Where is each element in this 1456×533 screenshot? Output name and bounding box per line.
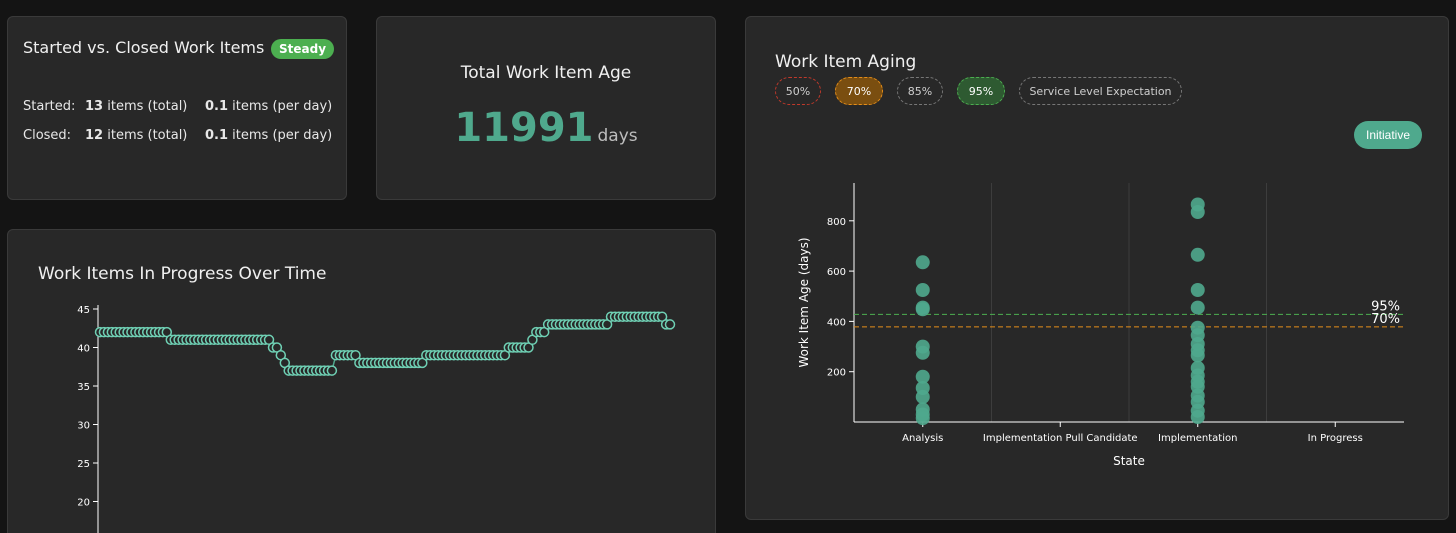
aging-y-tick-label: 600 (827, 267, 846, 278)
aging-data-point (1190, 247, 1205, 262)
wip-y-tick-label: 20 (77, 498, 90, 509)
total-age-value-row: 11991 days (377, 105, 715, 151)
wip-y-tick-label: 25 (77, 459, 90, 470)
closed-per-day: 0.1 (205, 128, 229, 143)
started-closed-card: Started vs. Closed Work Items Steady Sta… (7, 16, 347, 200)
aging-data-point (1190, 410, 1205, 424)
started-closed-title: Started vs. Closed Work Items (23, 38, 265, 57)
total-age-card: Total Work Item Age 11991 days (376, 16, 716, 200)
total-age-title: Total Work Item Age (460, 63, 632, 83)
total-age-value: 11991 (454, 105, 594, 151)
aging-data-point (1190, 348, 1205, 363)
aging-y-tick-label: 400 (827, 317, 846, 328)
wip-data-point (326, 365, 338, 376)
wip-y-tick-label: 35 (77, 382, 90, 393)
aging-data-point (1190, 205, 1205, 219)
aging-data-point (915, 411, 930, 426)
started-label: Started: (23, 99, 76, 114)
started-total-count: 13 (85, 99, 104, 114)
aging-y-tick-label: 200 (827, 368, 846, 379)
aging-data-point (915, 389, 930, 404)
aging-x-tick-label: Analysis (902, 433, 943, 444)
wip-y-tick-label: 40 (77, 344, 90, 355)
aging-chart: 200 400 600 800 Analysis Implementation Pull … (797, 183, 1404, 468)
closed-total-unit: items (total) (107, 128, 188, 143)
aging-data-point (915, 345, 930, 360)
aging-card: Work Item Aging 50% 70% 85% 95% Service … (745, 16, 1449, 520)
started-per-day-unit: items (per day) (232, 99, 333, 114)
aging-y-tick-label: 800 (827, 217, 846, 228)
aging-data-point (915, 302, 930, 317)
wip-data-point (664, 319, 676, 330)
started-row: Started: 13 items (total) 0.1 items (per d… (23, 99, 332, 114)
aging-percentile-label: 70% (1371, 312, 1400, 327)
closed-per-day-unit: items (per day) (232, 128, 333, 143)
aging-data-point (915, 255, 930, 270)
aging-x-tick-label: Implementation (1158, 433, 1237, 444)
aging-data-point (915, 283, 930, 297)
total-age-unit: days (597, 126, 638, 146)
closed-total-count: 12 (85, 128, 104, 143)
started-total-unit: items (total) (107, 99, 188, 114)
aging-data-point (1190, 300, 1205, 315)
started-per-day: 0.1 (205, 99, 229, 114)
wip-y-tick-label: 30 (77, 421, 90, 432)
closed-label: Closed: (23, 128, 72, 143)
wip-y-tick-label: 45 (77, 305, 90, 316)
aging-x-axis-label: State (1113, 454, 1145, 468)
aging-x-tick-label: In Progress (1308, 433, 1363, 444)
steady-badge: Steady (271, 39, 335, 59)
aging-data-point (1190, 283, 1205, 297)
wip-chart: 20 25 30 35 40 45 (77, 305, 676, 533)
aging-x-tick-label: Implementation Pull Candidate (983, 433, 1138, 444)
closed-row: Closed: 12 items (total) 0.1 items (per da… (23, 128, 332, 143)
wip-card: Work Items In Progress Over Time 20 25 30 3… (7, 229, 716, 533)
aging-y-axis-label: Work Item Age (days) (797, 237, 811, 367)
